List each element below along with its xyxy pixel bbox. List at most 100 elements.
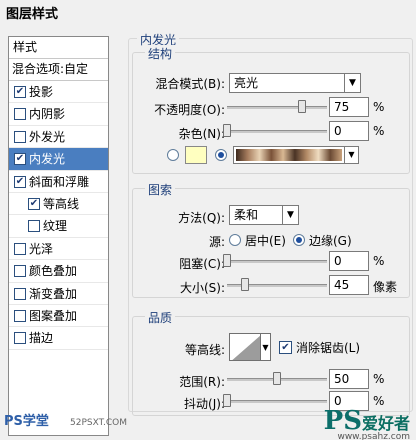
quality-title: 品质 (145, 309, 176, 326)
style-item-label: 斜面和浮雕 (29, 174, 90, 189)
slider-track (227, 400, 327, 403)
source-center-radio[interactable] (229, 234, 241, 246)
choke-slider[interactable] (223, 254, 327, 267)
source-edge-radio[interactable] (293, 234, 305, 246)
blend-mode-dropdown[interactable]: 亮光 ▼ (229, 73, 361, 93)
checkbox-empty-icon[interactable] (14, 108, 26, 121)
style-item-label: 内阴影 (29, 107, 66, 122)
contour-preview[interactable] (229, 333, 261, 361)
opacity-slider[interactable] (227, 100, 327, 113)
elements-title: 图索 (145, 181, 176, 198)
size-label: 大小(S): (179, 281, 225, 295)
style-item-label: 图案叠加 (29, 308, 78, 323)
technique-dropdown[interactable]: 柔和 ▼ (229, 205, 299, 225)
size-field[interactable]: 45 (329, 275, 369, 295)
source-center-label[interactable]: 居中(E) (245, 232, 286, 249)
gradient-preview (236, 149, 342, 161)
style-item-label: 等高线 (43, 196, 80, 211)
slider-thumb[interactable] (223, 124, 231, 137)
choke-field[interactable]: 0 (329, 251, 369, 271)
source-edge-label[interactable]: 边缘(G) (309, 232, 352, 249)
style-item[interactable]: ✔ 等高线 (9, 193, 108, 216)
slider-track (227, 130, 327, 133)
slider-thumb[interactable] (241, 278, 249, 291)
checkbox-empty-icon[interactable] (14, 265, 26, 278)
slider-thumb[interactable] (223, 254, 231, 267)
technique-value: 柔和 (234, 208, 259, 222)
contour-curve-icon (230, 334, 260, 360)
style-item[interactable]: ✔ 斜面和浮雕 (9, 171, 108, 193)
source-label: 源: (208, 235, 225, 249)
style-item[interactable]: 光泽 (9, 238, 108, 261)
style-item-label: 内发光 (29, 152, 66, 167)
gradient-radio[interactable] (215, 149, 227, 161)
slider-thumb[interactable] (273, 372, 281, 385)
antialias-checkbox[interactable]: ✔ (279, 341, 292, 354)
checkbox-empty-icon[interactable] (14, 332, 26, 345)
range-label: 范围(R): (179, 375, 225, 389)
style-item[interactable]: 外发光 (9, 126, 108, 149)
opacity-field[interactable]: 75 (329, 97, 369, 117)
percent-label: % (373, 254, 385, 268)
percent-label: % (373, 124, 385, 138)
percent-label: % (373, 100, 385, 114)
choke-label: 阻塞(C): (179, 257, 225, 271)
style-item[interactable]: 渐变叠加 (9, 283, 108, 305)
style-item-label: 渐变叠加 (29, 286, 78, 301)
contour-dropdown-arrow[interactable]: ▼ (261, 333, 271, 361)
size-slider[interactable] (227, 278, 327, 291)
style-item-label: 颜色叠加 (29, 264, 78, 279)
style-item-label: 描边 (29, 331, 54, 346)
watermark-logo: PS爱好者 www.psahz.com (324, 406, 410, 440)
style-item-label: 投影 (29, 85, 54, 99)
checkbox-checked-icon[interactable]: ✔ (14, 86, 26, 98)
style-item-label: 外发光 (29, 129, 66, 144)
structure-group: 结构 混合模式(B): 亮光 ▼ 不透明度(O): 75 % 杂色(N): 0 … (132, 45, 410, 174)
checkbox-empty-icon[interactable] (14, 242, 26, 255)
style-item[interactable]: 图案叠加 (9, 305, 108, 328)
gradient-picker[interactable]: ▼ (233, 146, 359, 164)
chevron-down-icon: ▼ (344, 147, 358, 163)
technique-label: 方法(Q): (178, 211, 225, 225)
solid-color-radio[interactable] (167, 149, 179, 161)
noise-slider[interactable] (223, 124, 327, 137)
style-item[interactable]: 描边 (9, 327, 108, 350)
chevron-down-icon: ▼ (282, 206, 298, 224)
watermark-cn: 爱好者 (361, 414, 410, 433)
jitter-slider[interactable] (223, 394, 327, 407)
glow-color-swatch[interactable] (185, 146, 207, 164)
checkbox-empty-icon[interactable] (14, 309, 26, 322)
blend-options-item[interactable]: 混合选项:自定 (9, 59, 108, 81)
style-item[interactable]: 内阴影 (9, 103, 108, 126)
checkbox-empty-icon[interactable] (28, 220, 40, 233)
checkbox-checked-icon[interactable]: ✔ (14, 175, 26, 188)
antialias-label[interactable]: 消除锯齿(L) (296, 339, 360, 356)
checkbox-empty-icon[interactable] (14, 130, 26, 143)
slider-track (227, 106, 327, 109)
checkbox-checked-icon[interactable]: ✔ (14, 153, 26, 166)
range-slider[interactable] (227, 372, 327, 385)
slider-thumb[interactable] (298, 100, 306, 113)
noise-label: 杂色(N): (178, 127, 225, 141)
inner-glow-panel: 内发光 结构 混合模式(B): 亮光 ▼ 不透明度(O): 75 % 杂色(N)… (118, 30, 416, 440)
style-item[interactable]: 颜色叠加 (9, 260, 108, 283)
window-title: 图层样式 (6, 7, 59, 22)
ps-school-brand: PS学堂 (4, 414, 49, 429)
style-item[interactable]: ✔ 投影 (9, 81, 108, 104)
title-bar: 图层样式 (0, 0, 416, 22)
percent-label: % (373, 372, 385, 386)
structure-title: 结构 (145, 45, 176, 62)
blend-mode-value: 亮光 (234, 76, 259, 90)
checkbox-checked-icon[interactable]: ✔ (28, 197, 40, 210)
slider-track (227, 260, 327, 263)
opacity-label: 不透明度(O): (154, 103, 225, 117)
slider-thumb[interactable] (223, 394, 231, 407)
jitter-label: 抖动(J): (184, 397, 225, 411)
checkbox-empty-icon[interactable] (14, 287, 26, 300)
style-item[interactable]: ✔ 内发光 (9, 148, 108, 171)
watermark-url: www.psahz.com (337, 432, 410, 440)
noise-field[interactable]: 0 (329, 121, 369, 141)
range-field[interactable]: 50 (329, 369, 369, 389)
style-item[interactable]: 纹理 (9, 215, 108, 238)
styles-header[interactable]: 样式 (9, 37, 108, 59)
